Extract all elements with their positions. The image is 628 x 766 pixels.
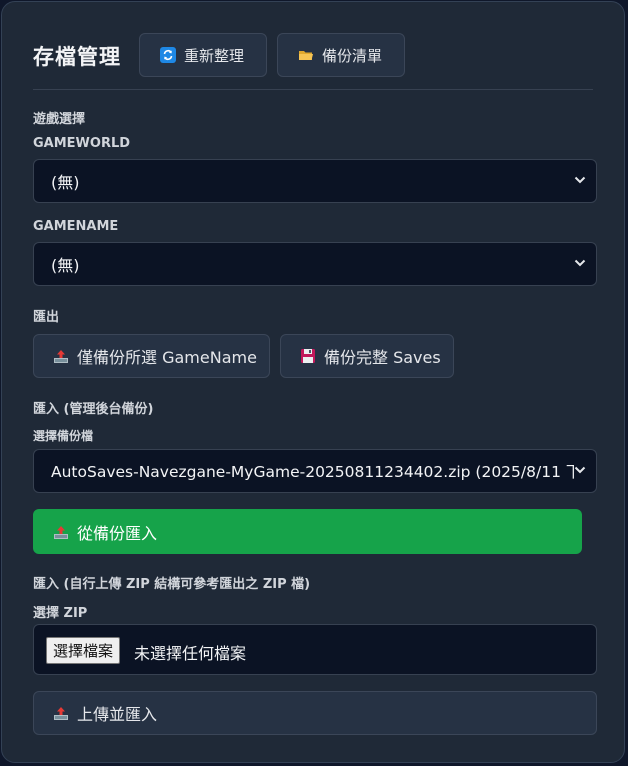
backup-selected-label: 僅備份所選 GameName bbox=[77, 348, 257, 367]
page-title: 存檔管理 bbox=[33, 45, 121, 69]
upload-icon bbox=[54, 525, 68, 539]
backup-list-button[interactable]: 備份清單 bbox=[277, 33, 405, 77]
gameworld-selected-value: (無) bbox=[51, 173, 80, 192]
import-backend-section-label: 匯入 (管理後台備份) bbox=[33, 402, 154, 417]
floppy-disk-icon bbox=[301, 349, 315, 363]
backup-full-label: 備份完整 Saves bbox=[324, 348, 441, 367]
backup-file-selected-value: AutoSaves-Navezgane-MyGame-2025081123440… bbox=[51, 463, 582, 481]
chevron-down-icon bbox=[574, 176, 586, 184]
chevron-down-icon bbox=[574, 259, 586, 267]
game-select-section-label: 遊戲選擇 bbox=[33, 112, 86, 127]
save-manager-panel: 存檔管理 重新整理 備份清單 遊戲選擇 GAMEWORLD (無) GAMENA… bbox=[1, 1, 625, 763]
import-upload-section-label: 匯入 (自行上傳 ZIP 結構可參考匯出之 ZIP 檔) bbox=[33, 577, 311, 592]
backup-full-saves-button[interactable]: 備份完整 Saves bbox=[280, 334, 454, 378]
zip-file-input[interactable]: 選擇檔案 未選擇任何檔案 bbox=[33, 624, 597, 675]
no-file-selected-text: 未選擇任何檔案 bbox=[134, 644, 247, 663]
refresh-label: 重新整理 bbox=[184, 46, 245, 65]
upload-icon bbox=[54, 707, 68, 720]
upload-and-import-label: 上傳並匯入 bbox=[77, 705, 158, 724]
choose-file-button[interactable]: 選擇檔案 bbox=[46, 637, 121, 664]
refresh-button[interactable]: 重新整理 bbox=[139, 33, 267, 77]
backup-file-label: 選擇備份檔 bbox=[33, 429, 94, 443]
chevron-down-icon bbox=[574, 465, 586, 475]
gamename-selected-value: (無) bbox=[51, 256, 80, 275]
folder-icon bbox=[299, 51, 313, 60]
import-from-backup-button[interactable]: 從備份匯入 bbox=[33, 509, 582, 554]
gamename-label: GAMENAME bbox=[33, 219, 119, 234]
backup-file-select[interactable]: AutoSaves-Navezgane-MyGame-2025081123440… bbox=[33, 449, 597, 493]
upload-icon bbox=[54, 350, 68, 363]
gamename-select[interactable]: (無) bbox=[33, 242, 597, 286]
backup-selected-gamename-button[interactable]: 僅備份所選 GameName bbox=[33, 334, 270, 378]
backup-list-label: 備份清單 bbox=[322, 46, 383, 65]
zip-label: 選擇 ZIP bbox=[33, 606, 88, 621]
import-from-backup-label: 從備份匯入 bbox=[77, 523, 158, 543]
gameworld-select[interactable]: (無) bbox=[33, 159, 597, 203]
upload-and-import-button[interactable]: 上傳並匯入 bbox=[33, 691, 597, 735]
refresh-icon bbox=[160, 47, 176, 63]
gameworld-label: GAMEWORLD bbox=[33, 136, 131, 151]
export-section-label: 匯出 bbox=[33, 310, 60, 325]
panel-header: 存檔管理 重新整理 備份清單 bbox=[33, 33, 593, 90]
